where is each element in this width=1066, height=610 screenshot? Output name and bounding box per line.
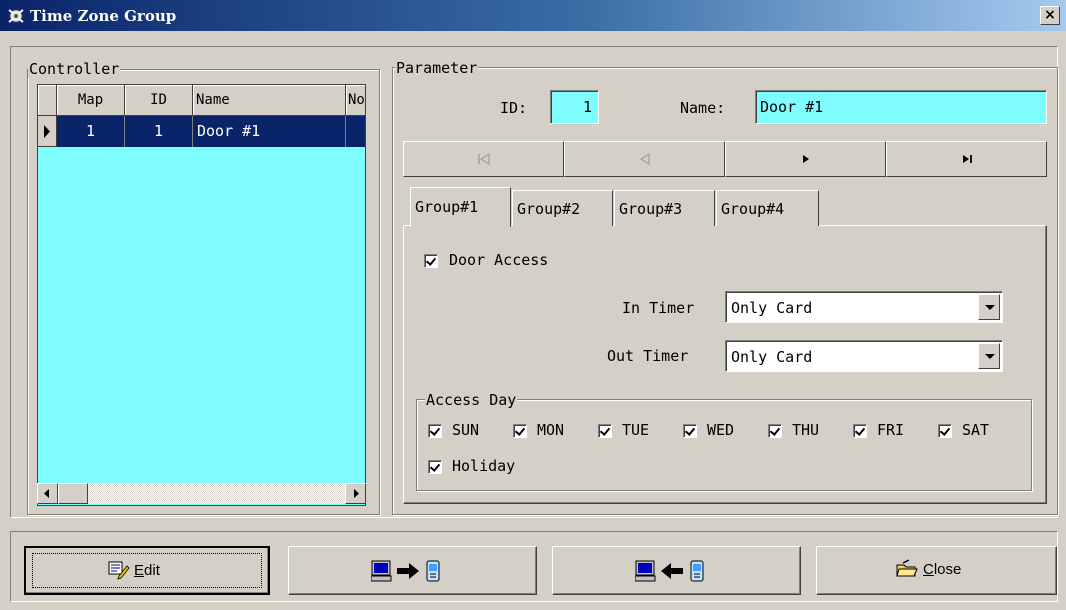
close-window-button[interactable]: × (1040, 6, 1060, 25)
next-icon (802, 154, 809, 163)
in-timer-dropdown-button[interactable] (978, 294, 1000, 320)
cell-map[interactable]: 1 (57, 116, 125, 147)
arrow-right-icon (354, 489, 359, 498)
thu-checkbox[interactable] (768, 424, 782, 438)
column-header-no[interactable]: No (346, 85, 365, 116)
folder-close-icon (895, 559, 919, 583)
in-timer-label: In Timer (622, 299, 695, 317)
cell-id[interactable]: 1 (125, 116, 193, 147)
sat-checkbox[interactable] (938, 424, 952, 438)
edit-label: Edit (134, 562, 160, 579)
first-record-button[interactable] (403, 141, 564, 177)
window-title: Time Zone Group (30, 7, 177, 25)
name-field[interactable]: Door #1 (755, 90, 1047, 124)
tab-group1[interactable]: Group#1 (410, 187, 511, 227)
prev-icon (639, 152, 650, 165)
tab-group2[interactable]: Group#2 (512, 190, 613, 226)
edit-button[interactable]: Edit (24, 546, 270, 595)
last-record-button[interactable] (886, 141, 1047, 177)
sun-checkbox[interactable] (428, 424, 442, 438)
row-pointer-icon (44, 125, 50, 138)
next-record-button[interactable] (725, 141, 886, 177)
scroll-left-button[interactable] (37, 483, 58, 504)
edit-icon (108, 560, 130, 584)
scroll-right-button[interactable] (345, 483, 366, 504)
access-day-legend: Access Day (425, 391, 518, 409)
close-button[interactable]: Close (816, 546, 1057, 595)
controller-grid[interactable]: Map ID Name No 1 1 Door #1 (37, 84, 366, 506)
access-day-group (416, 399, 1032, 491)
mon-label: MON (537, 421, 565, 439)
app-icon (6, 6, 26, 26)
holiday-label: Holiday (452, 457, 516, 475)
prev-record-button[interactable] (564, 141, 725, 177)
id-field[interactable]: 1 (550, 90, 599, 124)
door-access-checkbox[interactable] (424, 254, 438, 268)
last-icon (962, 154, 972, 163)
fri-label: FRI (877, 421, 905, 439)
column-header-id[interactable]: ID (125, 85, 193, 116)
column-header-map[interactable]: Map (57, 85, 125, 116)
wed-label: WED (707, 421, 735, 439)
tue-checkbox[interactable] (598, 424, 612, 438)
first-icon (477, 152, 490, 165)
close-label: Close (923, 561, 962, 578)
pc-to-device-icon (370, 559, 461, 587)
cell-no[interactable] (346, 116, 365, 147)
cell-name[interactable]: Door #1 (193, 116, 346, 147)
arrow-left-icon (44, 489, 49, 498)
holiday-checkbox[interactable] (428, 460, 442, 474)
id-label: ID: (500, 99, 528, 117)
device-to-pc-icon (634, 559, 725, 587)
tab-group4[interactable]: Group#4 (716, 190, 819, 226)
name-label: Name: (680, 99, 726, 117)
row-indicator[interactable] (38, 116, 57, 147)
scroll-thumb[interactable] (58, 483, 88, 504)
sat-label: SAT (962, 421, 990, 439)
door-access-label: Door Access (449, 251, 549, 269)
grid-corner (38, 85, 57, 116)
tab-group3[interactable]: Group#3 (614, 190, 715, 226)
out-timer-select[interactable]: Only Card (725, 340, 1003, 372)
out-timer-label: Out Timer (607, 347, 689, 365)
sun-label: SUN (452, 421, 480, 439)
out-timer-value: Only Card (731, 348, 813, 366)
thu-label: THU (792, 421, 820, 439)
wed-checkbox[interactable] (683, 424, 697, 438)
download-from-device-button[interactable] (552, 546, 801, 595)
tue-label: TUE (622, 421, 650, 439)
mon-checkbox[interactable] (513, 424, 527, 438)
parameter-legend: Parameter (395, 59, 479, 77)
column-header-name[interactable]: Name (193, 85, 346, 116)
in-timer-value: Only Card (731, 299, 813, 317)
upload-to-device-button[interactable] (288, 546, 537, 595)
fri-checkbox[interactable] (853, 424, 867, 438)
in-timer-select[interactable]: Only Card (725, 291, 1003, 323)
controller-legend: Controller (28, 60, 121, 78)
out-timer-dropdown-button[interactable] (978, 343, 1000, 369)
